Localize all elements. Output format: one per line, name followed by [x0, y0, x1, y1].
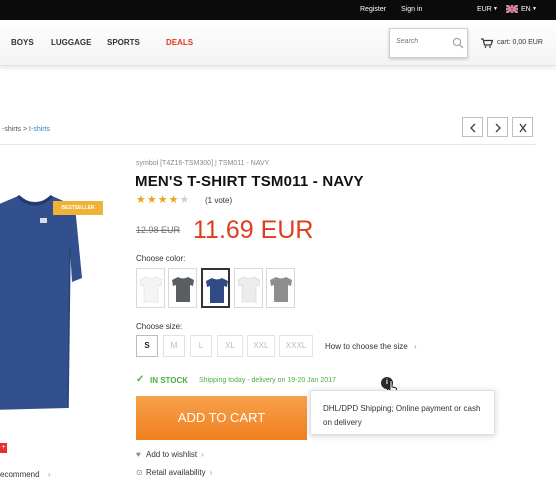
size-option-xl[interactable]: XL [217, 335, 243, 357]
retail-label: Retail availability [146, 468, 206, 477]
size-option-xxxl[interactable]: XXXL [279, 335, 313, 357]
nav-item-sports[interactable]: SPORTS [107, 38, 140, 47]
breadcrumb-current[interactable]: t-shirts [29, 126, 50, 133]
divider [0, 144, 536, 145]
check-icon: ✓ [136, 374, 145, 385]
bestseller-badge: BESTSELLER [53, 201, 103, 215]
size-option-s[interactable]: S [136, 335, 158, 357]
cart-summary[interactable]: cart: 0,00 EUR [497, 39, 543, 46]
old-price: 12.98 EUR [136, 225, 181, 235]
recommend-link[interactable]: ecommend › [0, 470, 50, 479]
uk-flag-icon [506, 5, 518, 13]
choose-color-label: Choose color: [136, 254, 186, 263]
size-option-m[interactable]: M [163, 335, 185, 357]
top-bar: Register Sign in EUR ▼ EN ▼ [0, 0, 556, 20]
search-icon[interactable] [452, 37, 464, 49]
size-option-xxl[interactable]: XXL [247, 335, 275, 357]
breadcrumb: -shirts > t-shirts [2, 126, 50, 133]
choose-size-label: Choose size: [136, 322, 183, 331]
size-option-l[interactable]: L [190, 335, 212, 357]
retail-availability-link[interactable]: ⊙ Retail availability › [136, 468, 212, 477]
color-swatch-grey[interactable] [266, 268, 295, 308]
breadcrumb-parent[interactable]: -shirts > [2, 126, 29, 133]
size-guide-label: How to choose the size [325, 342, 408, 351]
prev-product-button[interactable] [462, 117, 483, 137]
main-nav: BOYS LUGGAGE SPORTS DEALS cart: 0,00 EUR [0, 20, 556, 66]
location-pin-icon: ⊙ [136, 468, 143, 477]
close-button[interactable] [512, 117, 533, 137]
close-icon [519, 123, 527, 133]
chevron-right-icon: › [413, 342, 417, 351]
color-swatch-navy[interactable] [201, 268, 230, 308]
nav-item-boys[interactable]: BOYS [11, 38, 34, 47]
wishlist-label: Add to wishlist [146, 450, 198, 459]
heart-icon: ♥ [136, 450, 141, 459]
shipping-tooltip: DHL/DPD Shipping; Online payment or cash… [310, 390, 495, 435]
star-icon: ★ [168, 194, 180, 206]
star-icon: ★ [146, 194, 158, 206]
shipping-info: Shipping today - delivery on 19-20 Jan 2… [199, 377, 336, 384]
tshirt-graphite-icon [172, 277, 194, 302]
tshirt-grey-icon [270, 277, 292, 302]
nav-item-deals[interactable]: DEALS [166, 38, 193, 47]
cart-icon[interactable] [481, 38, 493, 48]
language-caret-icon[interactable]: ▼ [532, 6, 537, 12]
add-to-wishlist-link[interactable]: ♥ Add to wishlist › [136, 450, 204, 459]
color-swatch-graphite[interactable] [168, 268, 197, 308]
vote-count: (1 vote) [205, 196, 233, 205]
star-icon: ★ [136, 194, 147, 206]
current-price: 11.69 EUR [193, 216, 314, 244]
tshirt-navy-icon [206, 278, 228, 303]
product-title: MEN'S T-SHIRT TSM011 - NAVY [135, 173, 364, 190]
currency-caret-icon[interactable]: ▼ [493, 6, 498, 12]
stock-status: IN STOCK [150, 376, 189, 385]
size-guide-link[interactable]: How to choose the size › [325, 342, 417, 351]
color-swatch-white[interactable] [136, 268, 165, 308]
star-empty-icon: ★ [179, 194, 191, 206]
language-select[interactable]: EN [521, 6, 531, 13]
currency-select[interactable]: EUR [477, 6, 492, 13]
promo-badge: + [0, 443, 7, 453]
star-icon: ★ [157, 194, 169, 206]
chevron-right-icon: › [47, 470, 51, 479]
nav-item-luggage[interactable]: LUGGAGE [51, 38, 91, 47]
chevron-right-icon: › [201, 450, 204, 459]
add-to-cart-button[interactable]: ADD TO CART [136, 396, 307, 440]
signin-link[interactable]: Sign in [401, 6, 422, 13]
chevron-right-icon: › [209, 468, 213, 477]
search-box [389, 28, 468, 58]
register-link[interactable]: Register [360, 6, 386, 13]
tshirt-white-icon [139, 276, 163, 303]
search-input[interactable] [396, 38, 448, 45]
chevron-left-icon [470, 123, 476, 133]
tshirt-light-grey-icon [237, 276, 261, 303]
rating-stars[interactable]: ★★★★★ [136, 193, 190, 206]
recommend-label: ecommend [0, 470, 40, 479]
product-sku: symbol [T4Z16-TSM300] | TSM011 - NAVY [136, 160, 270, 167]
chevron-right-icon [495, 123, 501, 133]
next-product-button[interactable] [487, 117, 508, 137]
color-swatch-light-grey[interactable] [234, 268, 263, 308]
